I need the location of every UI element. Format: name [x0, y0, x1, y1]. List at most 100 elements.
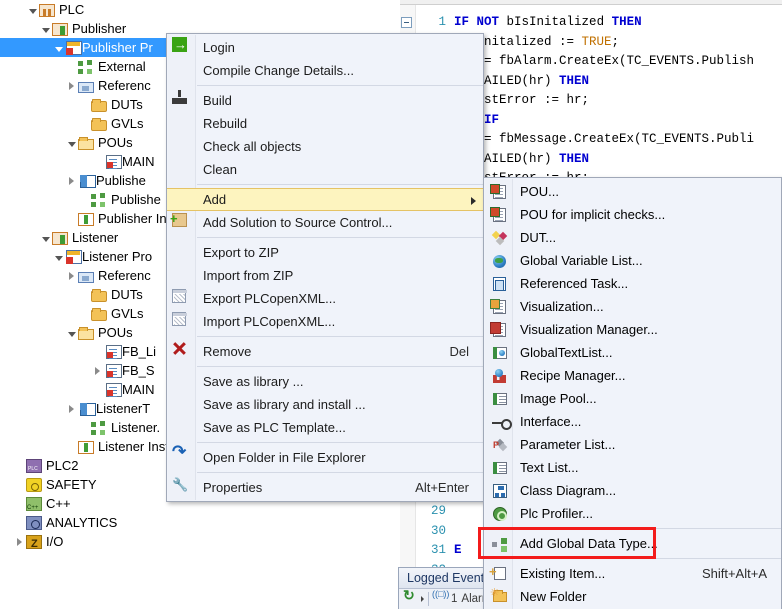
login-icon	[172, 33, 187, 56]
plc-project-context-menu[interactable]: Login Compile Change Details... Build Rebui…	[166, 33, 484, 502]
chevron-down-icon[interactable]	[421, 596, 424, 602]
tree-item[interactable]: ANALYTICS	[0, 513, 400, 532]
class-diagram-icon	[489, 482, 507, 499]
application-window: 1227282930313233 IF NOT bIsInitalized TH…	[0, 0, 782, 609]
expander-closed-icon[interactable]	[65, 171, 78, 190]
tree-item-label: Listener Inst	[98, 439, 169, 454]
code-token: E	[454, 543, 462, 557]
submenu-item[interactable]: Text List...	[484, 456, 781, 479]
pou-icon	[106, 345, 122, 359]
folder-icon	[91, 288, 107, 302]
menu-item[interactable]: Export to ZIP	[167, 241, 483, 264]
submenu-item[interactable]: New Folder	[484, 582, 781, 608]
menu-item-label: Save as PLC Template...	[203, 420, 346, 435]
expander-open-icon[interactable]	[52, 247, 65, 266]
plc-project-green-icon	[52, 232, 68, 245]
submenu-item-label: Class Diagram...	[520, 483, 617, 498]
submenu-item-label: POU for implicit checks...	[520, 207, 666, 222]
code-token: THEN	[559, 151, 590, 166]
expander-open-icon[interactable]	[39, 228, 52, 247]
code-line[interactable]: hr := fbMessage.CreateEx(TC_EVENTS.Publi	[454, 130, 754, 150]
add-submenu[interactable]: POU... POU for implicit checks... DUT... Gl…	[483, 177, 782, 609]
menu-item[interactable]: Add	[167, 188, 483, 211]
submenu-item-shortcut: Shift+Alt+A	[701, 566, 767, 581]
expander-open-icon[interactable]	[65, 133, 78, 152]
menu-item[interactable]: Save as library and install ...	[167, 393, 483, 416]
dut-icon	[489, 229, 508, 246]
remove-icon	[172, 341, 187, 356]
submenu-item[interactable]: DUT...	[484, 226, 781, 249]
submenu-item[interactable]: Class Diagram...	[484, 479, 781, 502]
submenu-item-label: Text List...	[520, 460, 579, 475]
io-icon	[26, 535, 42, 554]
properties-icon	[172, 473, 188, 496]
submenu-item-label: Interface...	[520, 414, 582, 429]
fold-toggle-icon[interactable]	[401, 17, 412, 28]
code-token: THEN	[559, 73, 590, 88]
submenu-item[interactable]: Visualization Manager...	[484, 318, 781, 341]
submenu-item[interactable]: Parameter List...	[484, 433, 781, 457]
submenu-item[interactable]: POU...	[484, 180, 781, 203]
code-line[interactable]: hr := fbAlarm.CreateEx(TC_EVENTS.Publish	[454, 52, 754, 72]
menu-item[interactable]: Import from ZIP	[167, 264, 483, 287]
menu-item[interactable]: Remove Del	[167, 340, 483, 363]
menu-separator	[197, 366, 483, 367]
tree-item-label: Publisher	[72, 21, 127, 36]
menu-item[interactable]: Build	[167, 89, 483, 112]
expander-open-icon[interactable]	[65, 323, 78, 342]
menu-item[interactable]: Add Solution to Source Control...	[167, 207, 483, 234]
submenu-item[interactable]: Referenced Task...	[484, 272, 781, 295]
code-line[interactable]: E	[454, 541, 462, 561]
text-list-icon	[489, 459, 507, 476]
menu-item[interactable]: Properties Alt+Enter	[167, 473, 483, 499]
submenu-item[interactable]: POU for implicit checks...	[484, 203, 781, 226]
global-text-list-icon	[489, 344, 507, 361]
expander-closed-icon[interactable]	[65, 266, 78, 285]
menu-item[interactable]: Save as PLC Template...	[167, 416, 483, 439]
refresh-icon[interactable]	[403, 587, 417, 606]
references-icon	[78, 81, 94, 93]
menu-item[interactable]: Rebuild	[167, 112, 483, 135]
menu-item-label: Open Folder in File Explorer	[203, 450, 366, 465]
menu-separator	[197, 336, 483, 337]
expander-closed-icon[interactable]	[91, 361, 104, 380]
menu-item[interactable]: Compile Change Details...	[167, 59, 483, 82]
tree-item-label: SAFETY	[46, 477, 97, 492]
expander-open-icon[interactable]	[52, 38, 65, 57]
submenu-item[interactable]: Add Global Data Type...	[484, 532, 781, 555]
menu-item[interactable]: Open Folder in File Explorer	[167, 440, 483, 469]
alarm-icon	[432, 589, 449, 605]
code-token: IF	[454, 15, 470, 29]
expander-open-icon[interactable]	[39, 19, 52, 38]
submenu-item[interactable]: Plc Profiler...	[484, 502, 781, 525]
expander-open-icon[interactable]	[26, 0, 39, 19]
tree-item[interactable]: PLC	[0, 0, 400, 19]
submenu-item-label: Visualization...	[520, 299, 604, 314]
menu-item[interactable]: Login	[167, 33, 483, 59]
menu-item[interactable]: Clean	[167, 158, 483, 181]
code-line[interactable]: IF NOT bIsInitalized THEN	[454, 13, 642, 33]
tree-item[interactable]: I/O	[0, 532, 400, 554]
submenu-item[interactable]: GlobalTextList...	[484, 341, 781, 364]
menu-item[interactable]: Save as library ...	[167, 370, 483, 393]
tree-item-label: POUs	[98, 135, 133, 150]
submenu-item[interactable]: Image Pool...	[484, 387, 781, 410]
expander-closed-icon[interactable]	[65, 399, 78, 418]
pou-icon	[489, 183, 506, 200]
expander-closed-icon[interactable]	[65, 76, 78, 95]
expander-closed-icon[interactable]	[13, 532, 26, 551]
submenu-item[interactable]: Global Variable List...	[484, 249, 781, 272]
build-icon	[172, 90, 187, 105]
menu-item-label: Build	[203, 93, 232, 108]
submenu-item[interactable]: Visualization...	[484, 295, 781, 318]
cpp-icon	[26, 497, 42, 518]
menu-item[interactable]: Export PLCopenXML...	[167, 287, 483, 310]
submenu-item[interactable]: Existing Item... Shift+Alt+A	[484, 560, 781, 585]
menu-item[interactable]: Check all objects	[167, 135, 483, 158]
submenu-item[interactable]: Recipe Manager...	[484, 364, 781, 387]
submenu-item[interactable]: Interface...	[484, 410, 781, 433]
menu-item[interactable]: Import PLCopenXML...	[167, 310, 483, 333]
